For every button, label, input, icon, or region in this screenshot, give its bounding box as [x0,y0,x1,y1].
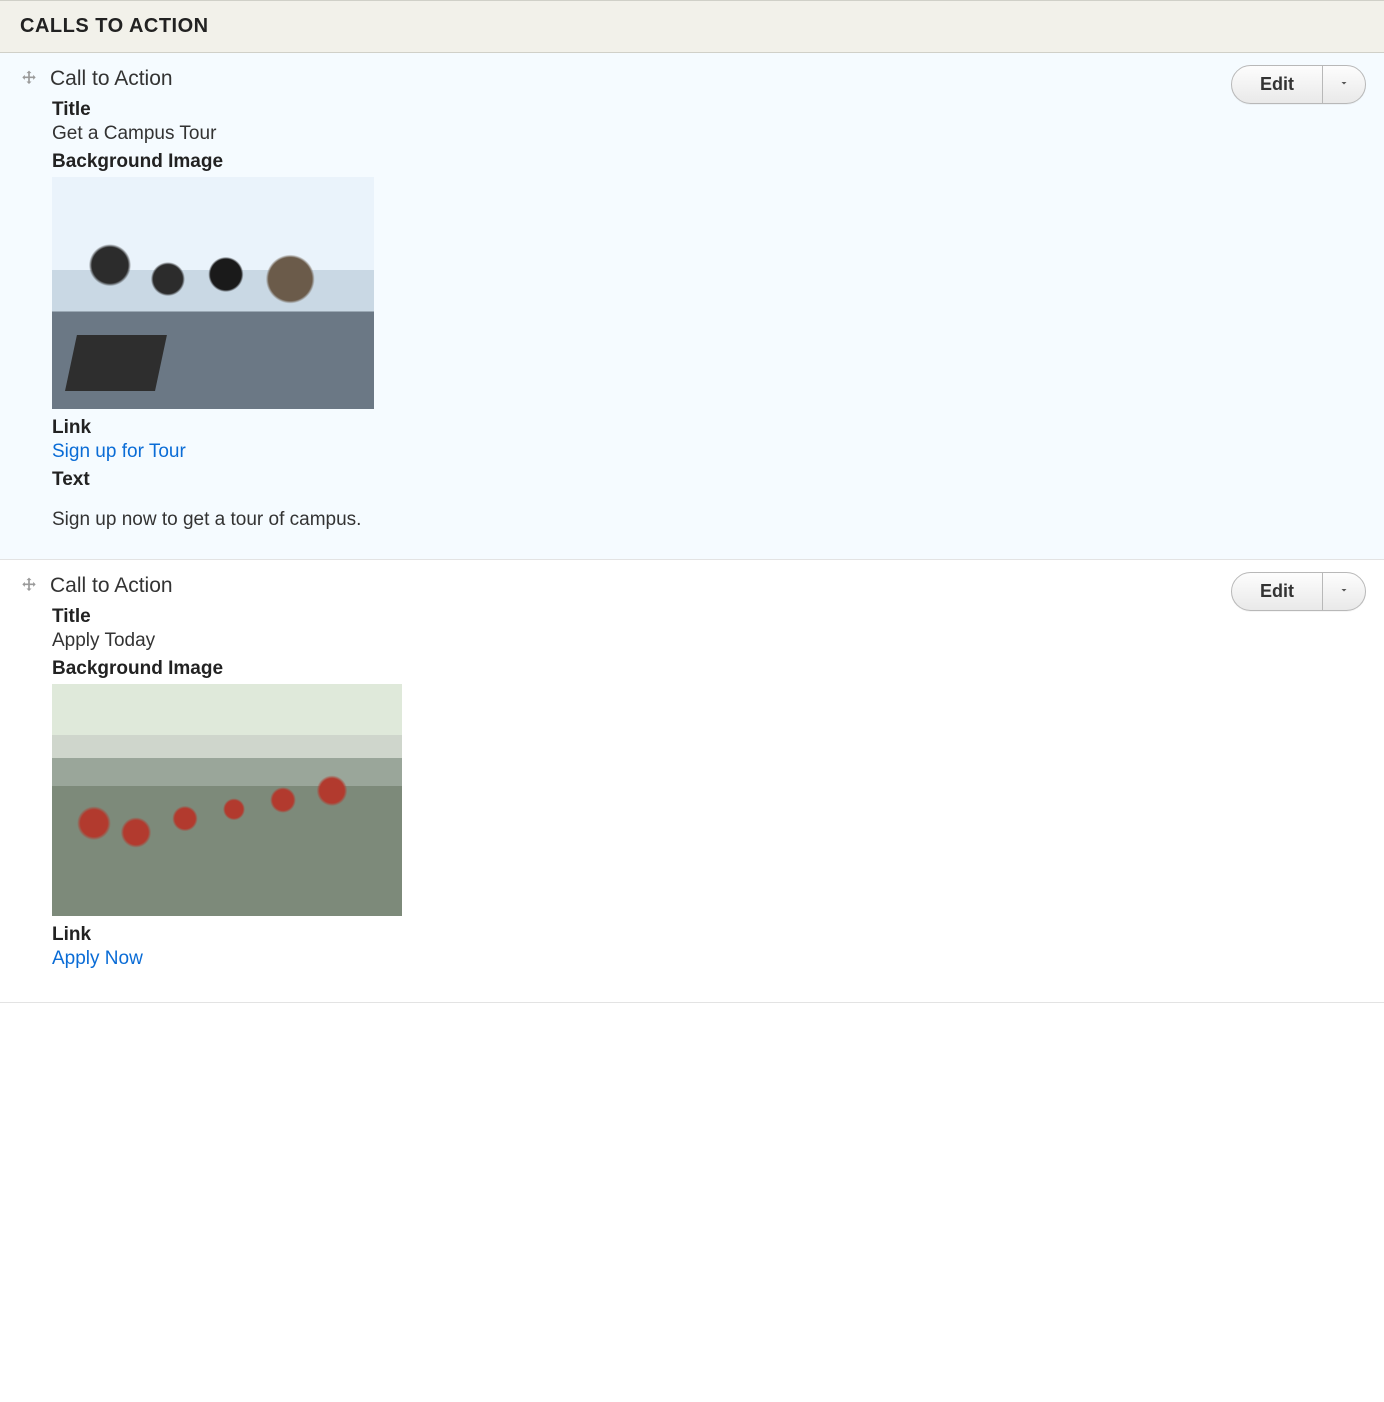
field-label-text: Text [52,469,1366,491]
field-label-title: Title [52,99,1366,121]
field-label-title: Title [52,606,1366,628]
field-label-link: Link [52,924,1366,946]
cta-fields: Title Get a Campus Tour Background Image… [52,99,1366,531]
edit-button[interactable]: Edit [1232,66,1323,103]
field-label-bgimage: Background Image [52,151,1366,173]
background-image-thumbnail[interactable] [52,684,402,916]
drag-handle-icon[interactable] [18,68,40,90]
chevron-down-icon [1338,77,1350,92]
cta-fields: Title Apply Today Background Image Link … [52,606,1366,970]
field-label-link: Link [52,417,1366,439]
cta-row-head: Call to Action [18,67,1366,91]
background-image-thumbnail[interactable] [52,177,374,409]
section-title: CALLS TO ACTION [20,15,209,37]
cta-row-head: Call to Action [18,574,1366,598]
edit-dropdown-button[interactable] [1323,573,1365,610]
field-value-link[interactable]: Sign up for Tour [52,441,1366,463]
field-value-text: Sign up now to get a tour of campus. [52,509,1366,531]
edit-dropdown-button[interactable] [1323,66,1365,103]
cta-item: Call to Action Edit Title Apply Today Ba… [0,560,1384,1003]
drag-handle-icon[interactable] [18,575,40,597]
field-value-link[interactable]: Apply Now [52,948,1366,970]
cta-heading: Call to Action [50,67,173,91]
field-value-title: Get a Campus Tour [52,123,1366,145]
section-header: CALLS TO ACTION [0,0,1384,53]
chevron-down-icon [1338,584,1350,599]
edit-button[interactable]: Edit [1232,573,1323,610]
edit-button-group: Edit [1231,572,1366,611]
edit-button-group: Edit [1231,65,1366,104]
field-value-title: Apply Today [52,630,1366,652]
cta-item: Call to Action Edit Title Get a Campus T… [0,53,1384,560]
field-label-bgimage: Background Image [52,658,1366,680]
cta-heading: Call to Action [50,574,173,598]
